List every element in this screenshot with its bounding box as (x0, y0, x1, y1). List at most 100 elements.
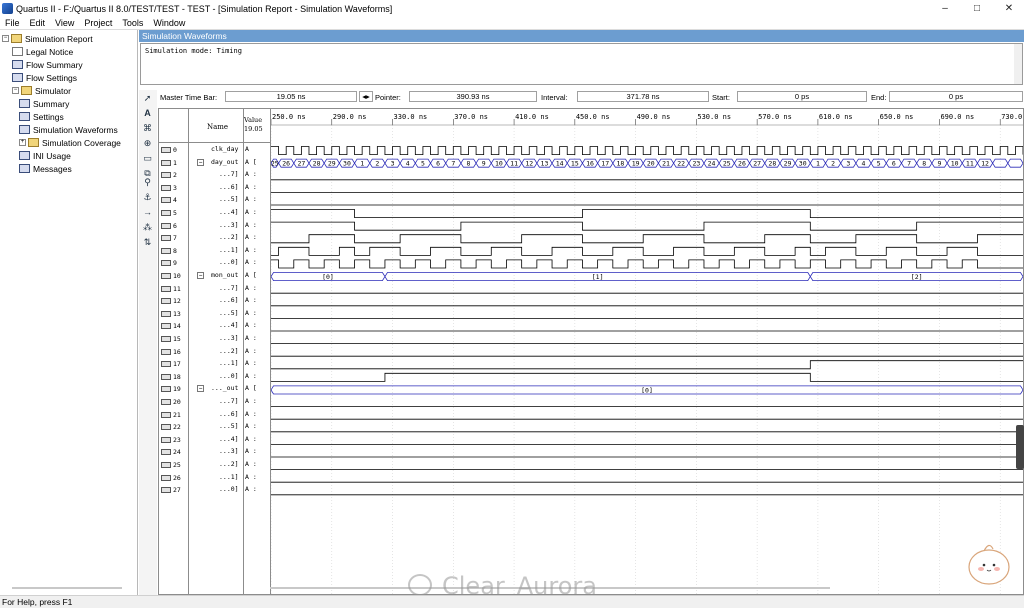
tree-item-ini-usage[interactable]: INI Usage (19, 149, 71, 162)
signal-name: ...1] (219, 245, 239, 254)
menu-window[interactable]: Window (148, 18, 190, 28)
tree-expander-icon[interactable]: − (2, 35, 9, 42)
tree-expander-icon[interactable]: − (12, 87, 19, 94)
fullscreen-icon[interactable]: ▭ (141, 152, 154, 165)
signal-row[interactable]: 16 ...2] A : (159, 346, 270, 359)
bus-value-label: 25 (271, 160, 279, 168)
time-bar-stepper[interactable]: ◂▸ (359, 91, 373, 102)
bus-collapse-icon[interactable]: − (197, 158, 204, 166)
signal-index: 22 (161, 422, 187, 432)
output-pin-icon (161, 247, 171, 254)
tree-item-flow-settings[interactable]: Flow Settings (12, 71, 77, 84)
table-icon (19, 151, 30, 160)
signal-index-number: 3 (173, 183, 177, 192)
selection-tool-icon[interactable]: ➚ (141, 92, 154, 105)
signal-row[interactable]: 1 − day_out A [ (159, 157, 270, 170)
signal-index-number: 4 (173, 196, 177, 205)
signal-row[interactable]: 22 ...5] A : (159, 421, 270, 434)
interval-label: Interval: (541, 93, 568, 102)
master-time-bar-field[interactable]: 19.05 ns (225, 91, 357, 102)
signal-row[interactable]: 10 − mon_out A [ (159, 270, 270, 283)
signal-row[interactable]: 14 ...4] A : (159, 320, 270, 333)
signal-waveform-8 (271, 246, 1023, 256)
signal-value: A : (245, 334, 257, 342)
signal-row[interactable]: 12 ...6] A : (159, 295, 270, 308)
signal-row[interactable]: 23 ...4] A : (159, 434, 270, 447)
bus-collapse-icon[interactable]: − (197, 385, 204, 393)
tree-item-settings[interactable]: Settings (19, 110, 64, 123)
time-bar: Master Time Bar: 19.05 ns ◂▸ Pointer: 39… (157, 90, 1024, 104)
close-button[interactable]: ✕ (994, 0, 1024, 17)
signal-value: A [ (245, 271, 257, 279)
signal-row[interactable]: 26 ...1] A : (159, 472, 270, 485)
count-value-icon[interactable]: ⁂ (141, 221, 154, 234)
waveform-vertical-scrollbar-thumb[interactable] (1016, 425, 1024, 469)
maximize-button[interactable]: □ (962, 0, 992, 17)
signal-row[interactable]: 18 ...0] A : (159, 371, 270, 384)
sort-icon[interactable]: ⇅ (141, 236, 154, 249)
signal-row[interactable]: 25 ...2] A : (159, 459, 270, 472)
signal-row[interactable]: 0 clk_day A (159, 144, 270, 157)
signal-index: 0 (161, 145, 187, 155)
folder-icon (28, 138, 39, 147)
output-pin-icon (161, 285, 171, 292)
signal-name: ...0] (219, 371, 239, 380)
signal-row[interactable]: 24 ...3] A : (159, 446, 270, 459)
signal-row[interactable]: 11 ...7] A : (159, 283, 270, 296)
signal-row[interactable]: 4 ...5] A : (159, 194, 270, 207)
find-icon[interactable]: ⚲ (141, 176, 154, 189)
menu-file[interactable]: File (0, 18, 25, 28)
signal-row[interactable]: 19 − ..._out A [ (159, 383, 270, 396)
tree-item-flow-summary[interactable]: Flow Summary (12, 58, 83, 71)
tree-item-legal-notice[interactable]: Legal Notice (12, 45, 73, 58)
zoom-tool-icon[interactable]: ⊕ (141, 137, 154, 150)
waveform-canvas[interactable]: 250.0 ns 290.0 ns 330.0 ns 370.0 ns 410.0 ns… (271, 109, 1023, 594)
signal-row[interactable]: 6 ...3] A : (159, 220, 270, 233)
menu-project[interactable]: Project (79, 18, 117, 28)
signal-row[interactable]: 15 ...3] A : (159, 333, 270, 346)
signal-row[interactable]: 9 ...0] A : (159, 257, 270, 270)
tree-item-simulation-report[interactable]: − Simulation Report (2, 32, 93, 45)
waveform-edit-icon[interactable]: ⌘ (141, 122, 154, 135)
bus-value-label: 4 (862, 160, 866, 168)
signal-index-number: 24 (173, 448, 181, 457)
output-pin-icon (161, 298, 171, 305)
signal-row[interactable]: 13 ...5] A : (159, 308, 270, 321)
signal-row[interactable]: 3 ...6] A : (159, 182, 270, 195)
signal-index: 14 (161, 321, 187, 331)
arrow-right-icon[interactable]: → (141, 206, 154, 219)
menu-view[interactable]: View (50, 18, 79, 28)
signal-row[interactable]: 20 ...7] A : (159, 396, 270, 409)
signal-row[interactable]: 17 ...1] A : (159, 358, 270, 371)
tree-item-simulator[interactable]: − Simulator (12, 84, 71, 97)
signal-row[interactable]: 7 ...2] A : (159, 232, 270, 245)
tree-horizontal-scrollbar[interactable] (2, 584, 134, 592)
bus-value-label: 18 (617, 160, 625, 168)
menu-edit[interactable]: Edit (25, 18, 51, 28)
tree-item-simulation-coverage[interactable]: + Simulation Coverage (19, 136, 121, 149)
signal-row[interactable]: 2 ...7] A : (159, 169, 270, 182)
tree-item-summary[interactable]: Summary (19, 97, 69, 110)
bus-collapse-icon[interactable]: − (197, 272, 204, 279)
menu-tools[interactable]: Tools (117, 18, 148, 28)
report-vertical-scrollbar[interactable] (1014, 44, 1022, 84)
output-pin-icon (161, 361, 171, 368)
signal-waveform-18 (271, 372, 1023, 382)
time-tick-label: 570.0 ns (758, 113, 792, 121)
signal-row[interactable]: 21 ...6] A : (159, 409, 270, 422)
replace-icon[interactable]: ⚓ (141, 191, 154, 204)
tree-item-simulation-waveforms[interactable]: Simulation Waveforms (19, 123, 118, 136)
signal-index-number: 21 (173, 410, 181, 419)
tree-item-messages[interactable]: Messages (19, 162, 72, 175)
signal-row[interactable]: 8 ...1] A : (159, 245, 270, 258)
tree-item-label: Settings (33, 111, 64, 122)
signal-row[interactable]: 27 ...0] A : (159, 484, 270, 497)
signal-value: A : (245, 422, 257, 431)
text-tool-icon[interactable]: A (141, 107, 154, 120)
bus-value-label: 19 (632, 160, 640, 168)
tree-expander-icon[interactable]: + (19, 139, 26, 146)
signal-row[interactable]: 5 ...4] A : (159, 207, 270, 220)
tree-item-label: Simulation Waveforms (33, 124, 118, 135)
minimize-button[interactable]: – (930, 0, 960, 17)
bus-segment (992, 158, 1009, 168)
